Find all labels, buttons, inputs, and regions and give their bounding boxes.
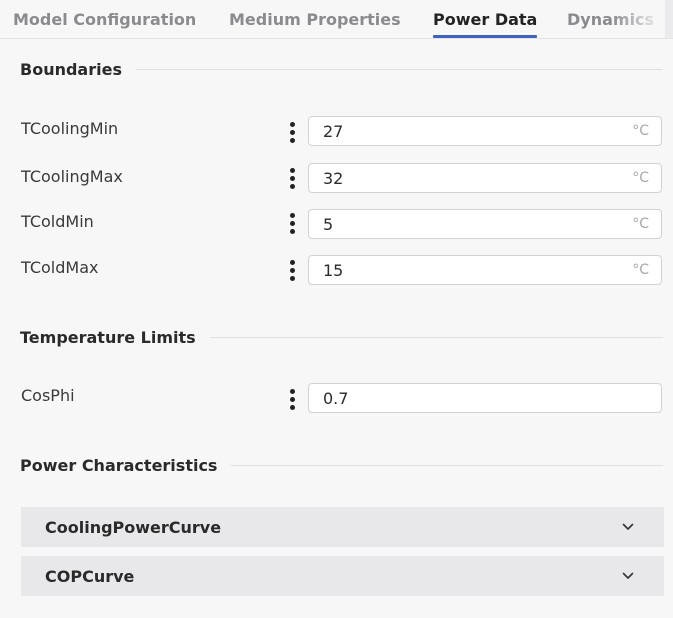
accordion-title: COPCurve [45,567,135,586]
kebab-menu-icon[interactable] [286,259,300,283]
unit-label: °C [632,170,649,186]
field-label-tcoolingmin: TCoolingMin [21,119,119,138]
field-label-cosphi: CosPhi [21,386,75,405]
tab-power-data[interactable]: Power Data [433,0,538,38]
field-label-tcoldmax: TColdMax [21,258,99,277]
tcoolingmin-input[interactable] [323,117,603,145]
tab-scroll-edge [665,0,673,38]
accordion-title: CoolingPowerCurve [45,518,222,537]
divider [231,464,663,466]
section-power-characteristics: Power Characteristics [20,454,663,476]
section-boundaries: Boundaries [20,58,663,80]
tcoolingmax-input[interactable] [323,164,603,192]
tab-medium-properties[interactable]: Medium Properties [229,0,401,38]
section-title: Temperature Limits [20,327,196,347]
tab-model-configuration[interactable]: Model Configuration [13,0,196,38]
divider [135,68,663,70]
tcoolingmax-input-field: °C [308,163,662,193]
tab-bar: Model Configuration Medium Properties Po… [0,0,673,39]
kebab-menu-icon[interactable] [286,388,300,412]
unit-label: °C [632,262,649,278]
accordion-cooling-power-curve[interactable]: CoolingPowerCurve [21,507,664,547]
unit-label: °C [632,216,649,232]
cosphi-input[interactable] [323,384,603,412]
chevron-down-icon [622,523,634,530]
cosphi-input-field [308,383,662,413]
tab-dynamics[interactable]: Dynamics [567,0,665,38]
section-title: Power Characteristics [20,455,218,475]
field-label-tcoldmin: TColdMin [21,212,94,231]
accordion-cop-curve[interactable]: COPCurve [21,556,664,596]
field-label-tcoolingmax: TCoolingMax [21,167,123,186]
tcoldmax-input-field: °C [308,255,662,285]
section-title: Boundaries [20,59,122,79]
section-temperature-limits: Temperature Limits [20,326,663,348]
tcoolingmin-input-field: °C [308,116,662,146]
divider [209,336,663,338]
tcoldmin-input-field: °C [308,209,662,239]
kebab-menu-icon[interactable] [286,212,300,236]
kebab-menu-icon[interactable] [286,121,300,145]
tcoldmax-input[interactable] [323,256,603,284]
chevron-down-icon [622,572,634,579]
unit-label: °C [632,123,649,139]
kebab-menu-icon[interactable] [286,167,300,191]
tcoldmin-input[interactable] [323,210,603,238]
